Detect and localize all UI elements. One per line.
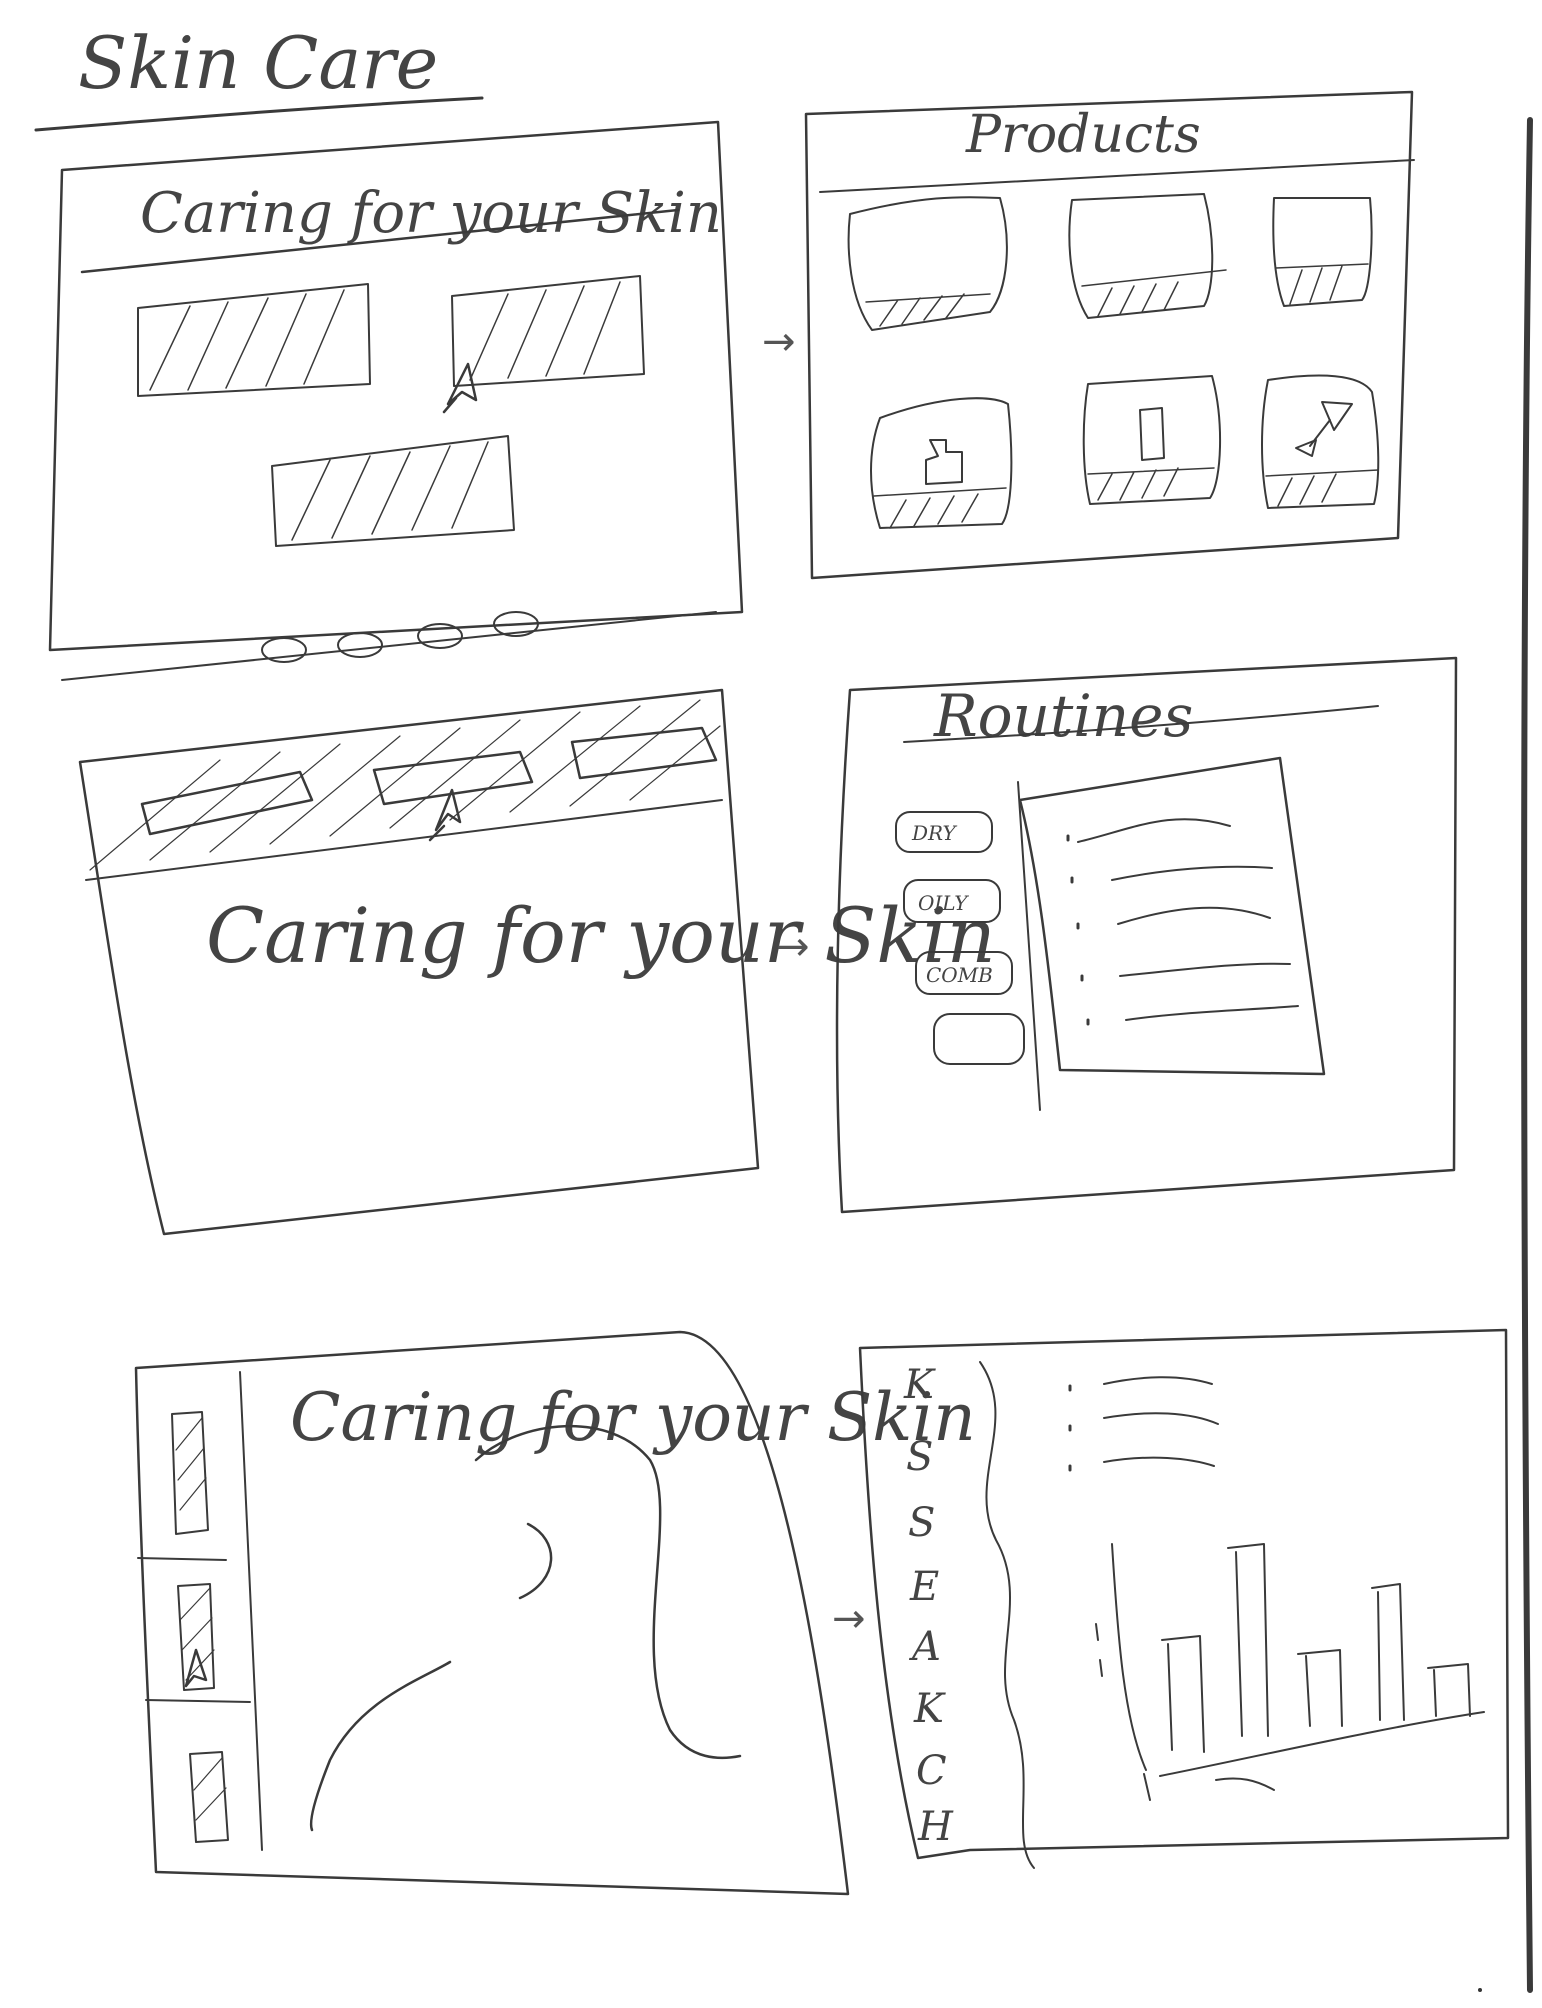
sidebar-divider (1017, 781, 1041, 1111)
top-nav (85, 699, 723, 881)
rail-letter[interactable]: S (908, 1500, 935, 1546)
rail-separator-1 (137, 1557, 227, 1561)
side-rail-divider (239, 1371, 263, 1851)
rail-letter[interactable]: K (903, 1362, 936, 1408)
product-card-4[interactable] (870, 397, 1013, 529)
nav-tab-3[interactable] (570, 726, 718, 780)
bottle-icon (925, 439, 963, 485)
page-title-group: Skin Care (34, 21, 484, 132)
page-title: Skin Care (78, 21, 438, 105)
tab-comb-label: COMB (926, 963, 993, 987)
wavy-divider (979, 1361, 1035, 1869)
product-card-1[interactable] (847, 196, 1008, 331)
routine-panel-border (1018, 756, 1326, 1076)
summary-lines (1068, 1376, 1219, 1472)
tile-2[interactable] (451, 275, 645, 387)
flow-arrow-1: → (762, 319, 796, 365)
frame-landing-heading: Caring for your Skin (206, 891, 996, 980)
chart-axes (1111, 1543, 1485, 1801)
tile-1[interactable] (137, 283, 371, 397)
top-nav-divider (85, 799, 723, 881)
frame-routines-heading: Routines (933, 682, 1193, 750)
routine-panel (1018, 756, 1326, 1076)
face-silhouette-image (309, 1424, 742, 1832)
rail-letter[interactable]: A (908, 1624, 941, 1670)
routine-bullets (1066, 834, 1090, 1026)
chart-bar (1371, 1583, 1405, 1721)
frame-home-footer-line (61, 611, 717, 681)
rail-separator-2 (145, 1699, 251, 1703)
rail-letter[interactable]: S (906, 1434, 933, 1480)
dropper-icon (1295, 401, 1353, 457)
side-rail (137, 1411, 251, 1843)
cursor-icon (442, 362, 478, 414)
tab-4[interactable] (933, 1013, 1025, 1065)
frame-products-heading: Products (965, 105, 1201, 165)
tube-icon (1139, 407, 1165, 461)
bar-chart-sketch (1095, 1543, 1485, 1801)
tab-oily-label: OILY (918, 891, 969, 915)
product-card-3[interactable] (1272, 197, 1373, 307)
rail-item-2[interactable] (177, 1583, 215, 1691)
rail-letter[interactable]: C (916, 1748, 947, 1794)
rail-item-3[interactable] (189, 1751, 229, 1843)
rail-letter[interactable]: K (913, 1686, 946, 1732)
frame-home: Caring for your Skin (48, 120, 744, 681)
product-card-2[interactable] (1068, 193, 1227, 319)
chart-bar (1427, 1663, 1471, 1717)
tile-3[interactable] (271, 435, 515, 547)
chart-bar (1297, 1649, 1343, 1727)
chart-y-ticks (1095, 1623, 1103, 1677)
rail-letter[interactable]: H (917, 1804, 954, 1850)
flow-arrow-3: → (832, 1596, 866, 1642)
flow-arrow-2: → (776, 924, 810, 970)
rail-item-1[interactable] (171, 1411, 209, 1535)
routine-step-lines (1077, 818, 1299, 1021)
frame-landing: Caring for your Skin (78, 688, 996, 1236)
frame-products: Products (804, 90, 1415, 580)
chart-bar (1227, 1543, 1269, 1737)
chart-bar (1161, 1635, 1205, 1753)
product-card-6[interactable] (1261, 374, 1380, 509)
cursor-icon (184, 1648, 208, 1688)
tab-dry-label: DRY (911, 821, 957, 845)
nav-tab-1[interactable] (140, 770, 314, 836)
ink-dot (1478, 1988, 1482, 1992)
page-edge (1521, 117, 1533, 1993)
rail-letter[interactable]: E (909, 1564, 939, 1610)
product-card-5[interactable] (1082, 375, 1221, 505)
storyboard-sheet: Skin Care Caring for your Skin → Product… (34, 21, 1533, 1993)
